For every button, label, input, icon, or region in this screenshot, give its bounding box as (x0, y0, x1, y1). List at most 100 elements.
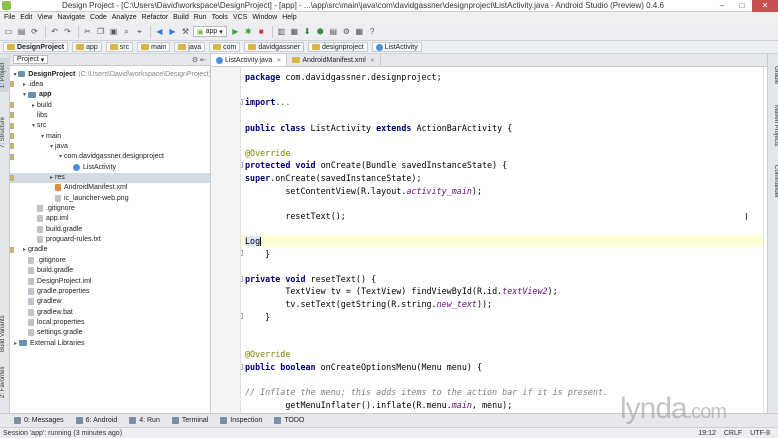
copy-icon[interactable]: ❐ (95, 26, 106, 37)
fold-toggle-icon[interactable]: - (241, 313, 243, 320)
undo-icon[interactable]: ↶ (49, 26, 60, 37)
tree-item[interactable]: app.iml (10, 214, 210, 224)
stop-icon[interactable]: ■ (256, 26, 267, 37)
expand-arrow-icon[interactable]: ▾ (39, 133, 46, 140)
expand-arrow-icon[interactable]: ▸ (30, 102, 37, 109)
fold-toggle-icon[interactable]: + (241, 99, 243, 106)
tool-android[interactable]: 6: Android (75, 417, 117, 424)
code-area[interactable]: package com.davidgassner.designproject;1… (241, 67, 767, 413)
settings-icon[interactable]: ⚙ (341, 26, 352, 37)
line-separator[interactable]: CRLF (724, 430, 742, 437)
menu-navigate[interactable]: Navigate (57, 14, 85, 21)
minimize-button[interactable]: – (712, 0, 732, 12)
tab-androidmanifest-xml[interactable]: AndroidManifest.xml ✕ (287, 54, 381, 66)
menu-tools[interactable]: Tools (212, 14, 228, 21)
menu-analyze[interactable]: Analyze (112, 14, 137, 21)
tree-item[interactable]: libs (10, 110, 210, 120)
close-button[interactable]: ✕ (752, 0, 778, 12)
project-tool-tab[interactable]: 1: Project (0, 58, 10, 92)
tool-run[interactable]: 4: Run (129, 417, 160, 424)
make-icon[interactable]: ⚒ (180, 26, 191, 37)
help-icon[interactable]: ? (367, 26, 378, 37)
expand-arrow-icon[interactable]: ▾ (30, 122, 37, 129)
tree-item[interactable]: local.properties (10, 317, 210, 327)
cut-icon[interactable]: ✂ (82, 26, 93, 37)
breadcrumb-designproject[interactable]: designproject (308, 42, 368, 52)
tree-item[interactable]: DesignProject.iml (10, 276, 210, 286)
fold-toggle-icon[interactable]: - (241, 363, 243, 370)
tree-item[interactable]: ▸ build (10, 100, 210, 110)
breadcrumb-davidgassner[interactable]: davidgassner (244, 42, 305, 52)
tree-item[interactable]: ListActivity (10, 162, 210, 172)
avd-manager-icon[interactable]: ▦ (289, 26, 300, 37)
project-view-select[interactable]: Project ▾ (13, 55, 49, 64)
sync-icon[interactable]: ⟳ (29, 26, 40, 37)
open-icon[interactable]: ▭ (3, 26, 14, 37)
paste-icon[interactable]: ▣ (108, 26, 119, 37)
expand-arrow-icon[interactable]: ▸ (21, 246, 28, 253)
menu-file[interactable]: File (4, 14, 15, 21)
breadcrumb-java[interactable]: java (174, 42, 206, 52)
tree-item[interactable]: ▸ External Libraries (10, 338, 210, 348)
menu-refactor[interactable]: Refactor (142, 14, 168, 21)
tree-item[interactable]: gradlew.bat (10, 307, 210, 317)
tree-item[interactable]: ▾ src (10, 121, 210, 131)
breadcrumb-app[interactable]: app (72, 42, 102, 52)
tree-item[interactable]: ▾ java (10, 141, 210, 151)
gradle-tool-tab[interactable]: Gradle (769, 62, 778, 88)
menu-view[interactable]: View (37, 14, 52, 21)
replace-icon[interactable]: ⌖ (134, 26, 145, 37)
panel-settings-icon[interactable]: ⚙ ⇤ (192, 56, 206, 64)
tree-item[interactable]: ▾ main (10, 131, 210, 141)
tree-item[interactable]: ic_launcher-web.png (10, 193, 210, 203)
expand-arrow-icon[interactable]: ▾ (57, 153, 64, 160)
structure-tool-tab[interactable]: 7: Structure (0, 110, 10, 154)
tree-item[interactable]: proguard-rules.txt (10, 235, 210, 245)
gradle-sync-icon[interactable]: ⬇ (302, 26, 313, 37)
expand-arrow-icon[interactable]: ▾ (21, 91, 28, 98)
tree-item[interactable]: ▸ gradle (10, 245, 210, 255)
sdk-manager-icon[interactable]: ▥ (276, 26, 287, 37)
tree-item[interactable]: gradlew (10, 297, 210, 307)
menu-window[interactable]: Window (252, 14, 277, 21)
maven-tool-tab[interactable]: Maven Projects (769, 100, 778, 152)
tree-item[interactable]: gradle.properties (10, 286, 210, 296)
menu-help[interactable]: Help (282, 14, 296, 21)
run-config-select[interactable]: ▣ app ▾ (193, 26, 227, 37)
maximize-button[interactable]: □ (732, 0, 752, 12)
tab-listactivity-java[interactable]: ListActivity.java ✕ (211, 54, 288, 66)
tree-item[interactable]: settings.gradle (10, 328, 210, 338)
expand-arrow-icon[interactable]: ▸ (21, 81, 28, 88)
commander-tool-tab[interactable]: Commander (769, 162, 778, 202)
menu-code[interactable]: Code (90, 14, 107, 21)
expand-arrow-icon[interactable]: ▸ (48, 174, 55, 181)
build-variants-tool-tab[interactable]: Build Variants (0, 312, 10, 356)
expand-arrow-icon[interactable]: ▸ (12, 340, 19, 347)
find-icon[interactable]: ⌕ (121, 26, 132, 37)
menu-edit[interactable]: Edit (20, 14, 32, 21)
breadcrumb-main[interactable]: main (137, 42, 171, 52)
fold-toggle-icon[interactable]: - (241, 162, 243, 169)
tree-item[interactable]: build.gradle (10, 224, 210, 234)
menu-vcs[interactable]: VCS (233, 14, 247, 21)
close-tab-icon[interactable]: ✕ (276, 57, 281, 64)
tree-item[interactable]: ▸ res (10, 172, 210, 183)
project-structure-icon[interactable]: ▦ (354, 26, 365, 37)
file-encoding[interactable]: UTF-8 (750, 430, 770, 437)
tree-item[interactable]: ▾ com.davidgassner.designproject (10, 152, 210, 162)
breadcrumb-listactivity[interactable]: ListActivity (371, 42, 422, 52)
back-icon[interactable]: ◀ (154, 26, 165, 37)
breadcrumb-src[interactable]: src (105, 42, 134, 52)
fold-toggle-icon[interactable]: - (241, 275, 243, 282)
tree-item[interactable]: ▾ DesignProject (C:\Users\David\workspace\… (10, 69, 210, 79)
menu-run[interactable]: Run (194, 14, 207, 21)
redo-icon[interactable]: ↷ (62, 26, 73, 37)
favorites-tool-tab[interactable]: 2: Favorites (0, 362, 10, 402)
tool-inspection[interactable]: Inspection (220, 417, 262, 424)
tool-terminal[interactable]: Terminal (171, 417, 208, 424)
tree-item[interactable]: AndroidManifest.xml (10, 183, 210, 193)
expand-arrow-icon[interactable]: ▾ (48, 143, 55, 150)
tree-item[interactable]: .gitignore (10, 255, 210, 265)
debug-icon[interactable]: ✱ (243, 26, 254, 37)
menu-build[interactable]: Build (173, 14, 189, 21)
